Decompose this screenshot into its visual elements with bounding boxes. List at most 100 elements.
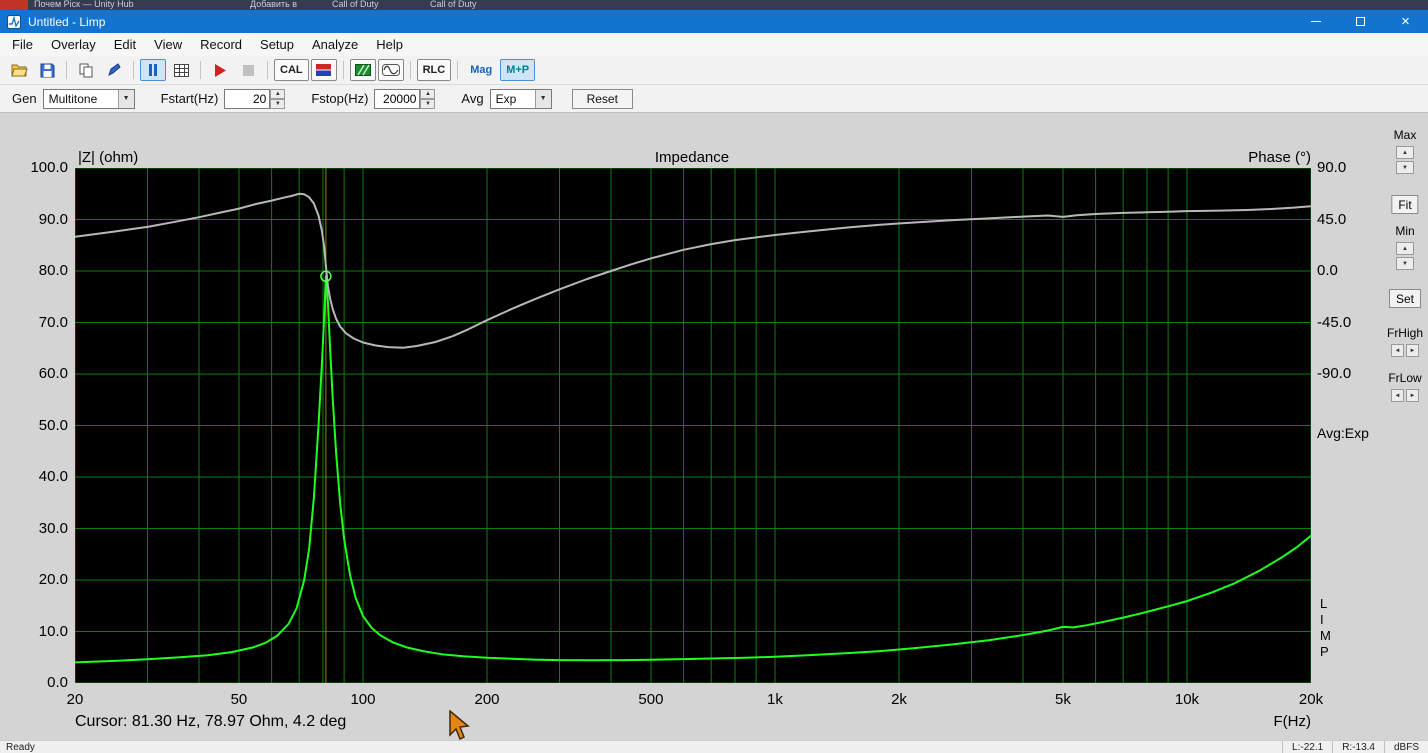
- reset-label: Reset: [586, 91, 618, 106]
- menu-item-file[interactable]: File: [3, 34, 42, 55]
- mag-phase-button[interactable]: M+P: [500, 59, 536, 81]
- generator-select[interactable]: Multitone ▼: [42, 88, 135, 109]
- z-axis-tick: 0.0: [47, 674, 68, 691]
- reset-button[interactable]: Reset: [571, 88, 633, 109]
- fstart-spinner: ▲ ▼: [270, 88, 286, 109]
- pen-color-button[interactable]: [101, 59, 127, 81]
- spin-up-icon[interactable]: ▲: [420, 88, 436, 99]
- cal-button[interactable]: CAL: [274, 59, 309, 81]
- arrow-right-icon[interactable]: ►: [1406, 344, 1419, 357]
- spectrum-icon: [354, 64, 371, 76]
- avg-select[interactable]: Exp ▼: [489, 88, 552, 109]
- open-file-icon: [10, 64, 28, 77]
- z-axis-tick: 90.0: [38, 210, 68, 228]
- z-axis-tick: 100.0: [30, 159, 68, 176]
- waveform-icon: [381, 64, 400, 76]
- spin-up-icon[interactable]: ▲: [1396, 146, 1414, 159]
- fstart-input[interactable]: [224, 88, 271, 109]
- maximize-button[interactable]: [1338, 10, 1383, 33]
- mag-button[interactable]: Mag: [464, 59, 498, 81]
- color-bars-icon: [316, 64, 332, 76]
- phase-axis-tick: 0.0: [1317, 262, 1338, 279]
- phase-axis-tick: 45.0: [1317, 210, 1347, 228]
- minimize-icon: [1310, 21, 1321, 22]
- min-spinner: ▲ ▼: [1396, 242, 1414, 270]
- z-axis-tick: 60.0: [38, 365, 68, 382]
- stop-icon: [242, 64, 254, 76]
- window-title: Untitled - Limp: [28, 14, 106, 29]
- app-icon: [7, 14, 21, 29]
- menu-item-overlay[interactable]: Overlay: [42, 34, 105, 55]
- pen-icon: [108, 63, 121, 76]
- z-axis-tick: 30.0: [38, 519, 68, 537]
- record-icon: [215, 63, 226, 77]
- z-axis-tick: 50.0: [38, 416, 68, 434]
- arrow-left-icon[interactable]: ◄: [1391, 389, 1404, 402]
- frlow-arrows: ◄ ►: [1391, 389, 1419, 402]
- fit-button[interactable]: Fit: [1391, 195, 1419, 214]
- menu-item-record[interactable]: Record: [191, 34, 251, 55]
- pause-button[interactable]: [140, 59, 166, 81]
- rlc-button[interactable]: RLC: [416, 59, 452, 81]
- limp-watermark: L I M P: [1320, 596, 1331, 659]
- menu-item-analyze[interactable]: Analyze: [303, 34, 367, 55]
- impedance-plot[interactable]: [75, 168, 1311, 683]
- minimize-button[interactable]: [1293, 10, 1338, 33]
- frequency-axis-tick: 2k: [891, 691, 907, 708]
- z-axis-title: |Z| (ohm): [78, 149, 139, 166]
- chart-title: Impedance: [654, 149, 730, 166]
- spin-down-icon[interactable]: ▼: [420, 98, 436, 109]
- toolbar-separator: [200, 61, 201, 79]
- background-app-icon: [0, 0, 28, 10]
- menu-item-edit[interactable]: Edit: [105, 34, 145, 55]
- toolbar-separator: [342, 61, 344, 79]
- stop-button[interactable]: [235, 59, 261, 81]
- background-tab-text: Call of Duty: [430, 0, 477, 9]
- toolbar-separator: [409, 61, 411, 79]
- chevron-down-icon[interactable]: ▼: [534, 89, 551, 108]
- color-bars-button[interactable]: [310, 59, 337, 81]
- arrow-right-icon[interactable]: ►: [1406, 389, 1419, 402]
- spin-down-icon[interactable]: ▼: [270, 98, 286, 109]
- open-file-button[interactable]: [6, 59, 32, 81]
- fstop-field-group: ▲▼: [374, 88, 436, 109]
- spin-up-icon[interactable]: ▲: [1396, 242, 1414, 255]
- waveform-button[interactable]: [377, 59, 404, 81]
- avg-label: Avg: [461, 91, 484, 106]
- max-label: Max: [1393, 128, 1417, 142]
- menu-item-help[interactable]: Help: [367, 34, 412, 55]
- set-button[interactable]: Set: [1388, 289, 1422, 308]
- record-button[interactable]: [207, 59, 233, 81]
- menu-item-view[interactable]: View: [145, 34, 191, 55]
- toolbar: CAL RLC Mag M+P: [0, 56, 1428, 85]
- spectrum-button[interactable]: [349, 59, 376, 81]
- phase-axis-tick: 90.0: [1317, 159, 1347, 176]
- spin-down-icon[interactable]: ▼: [1396, 161, 1414, 174]
- spin-up-icon[interactable]: ▲: [270, 88, 286, 99]
- generator-controls: Gen Multitone ▼ Fstart(Hz) ▲▼ Fstop(Hz) …: [0, 85, 1428, 113]
- left-level-readout: L:-22.1: [1282, 741, 1332, 753]
- save-icon: [40, 63, 54, 77]
- cursor-readout: Cursor: 81.30 Hz, 78.97 Ohm, 4.2 deg: [75, 713, 347, 730]
- menu-item-setup[interactable]: Setup: [251, 34, 303, 55]
- toolbar-separator: [66, 61, 67, 79]
- table-button[interactable]: [168, 59, 194, 81]
- mag-label: Mag: [470, 64, 493, 76]
- close-icon: ×: [1401, 13, 1410, 30]
- arrow-left-icon[interactable]: ◄: [1391, 344, 1404, 357]
- z-axis-tick: 40.0: [38, 468, 68, 485]
- fit-label: Fit: [1398, 197, 1412, 212]
- generator-value: Multitone: [48, 91, 98, 106]
- cal-label: CAL: [280, 64, 303, 76]
- save-button[interactable]: [34, 59, 60, 81]
- maximize-icon: [1356, 17, 1365, 26]
- z-axis-tick: 80.0: [38, 262, 68, 279]
- mouse-cursor: [449, 710, 470, 741]
- chevron-down-icon[interactable]: ▼: [117, 89, 134, 108]
- spin-down-icon[interactable]: ▼: [1396, 257, 1414, 270]
- fstop-input[interactable]: [374, 88, 421, 109]
- close-button[interactable]: ×: [1383, 10, 1428, 33]
- frequency-axis-tick: 50: [230, 691, 248, 708]
- frequency-axis-tick: 200: [474, 691, 500, 708]
- copy-button[interactable]: [73, 59, 99, 81]
